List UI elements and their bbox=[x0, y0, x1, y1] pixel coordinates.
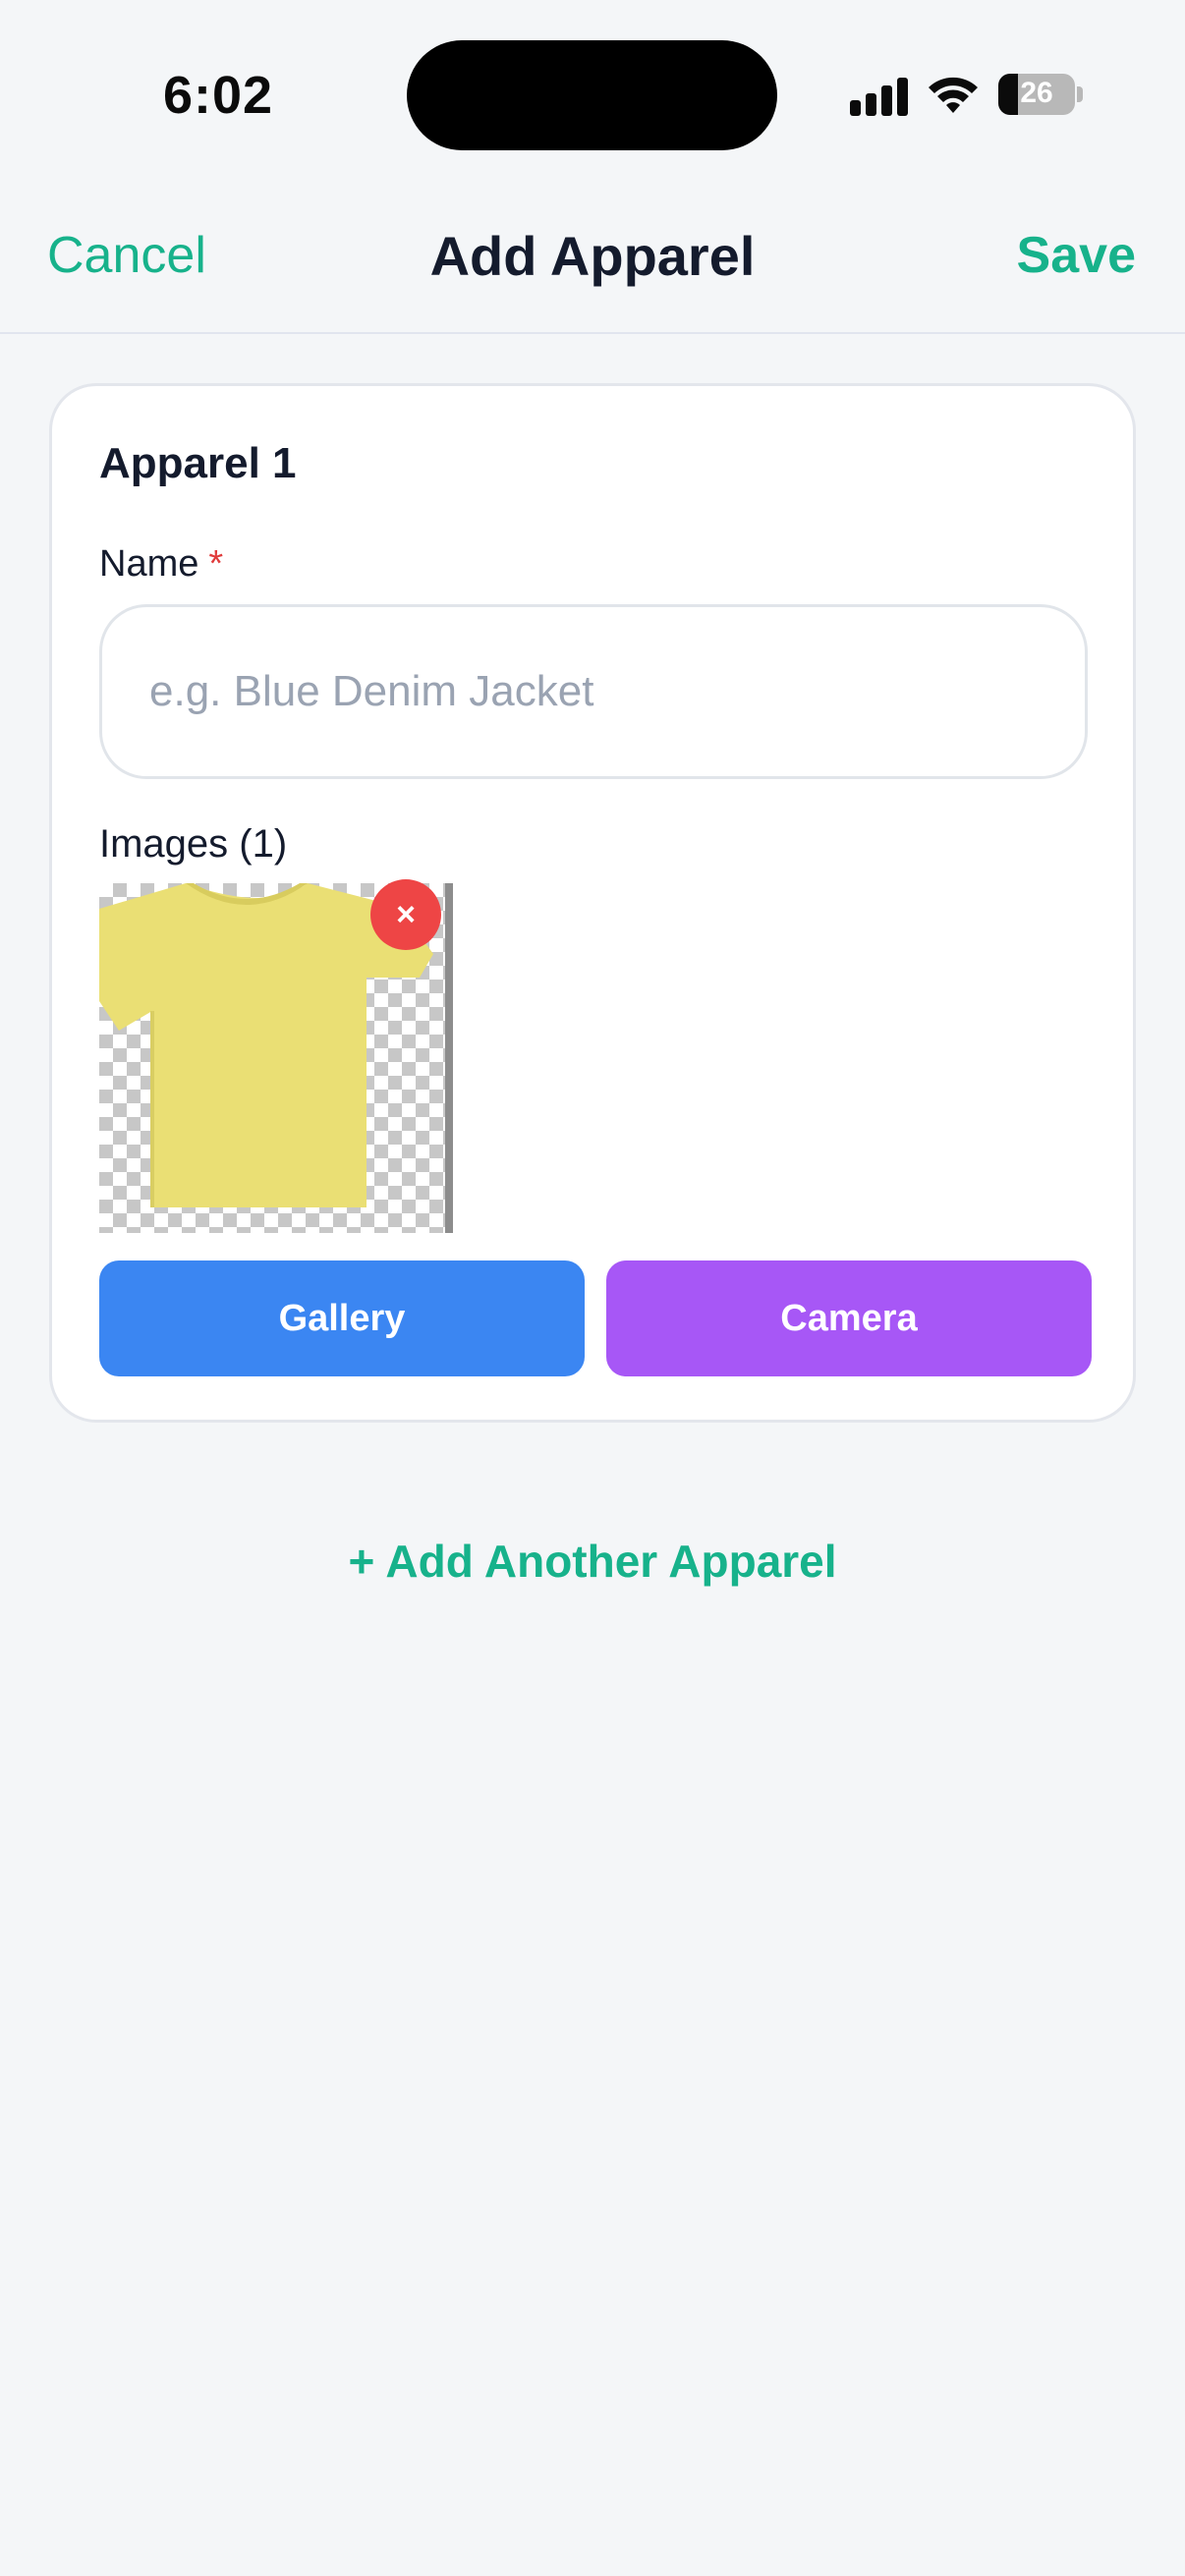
save-button[interactable]: Save bbox=[1017, 226, 1136, 285]
name-field-label: Name * bbox=[99, 543, 223, 586]
apparel-card-title: Apparel 1 bbox=[99, 439, 297, 487]
name-input[interactable] bbox=[99, 604, 1088, 779]
page-title: Add Apparel bbox=[429, 225, 756, 287]
gallery-button[interactable]: Gallery bbox=[99, 1260, 585, 1376]
status-time: 6:02 bbox=[163, 66, 274, 125]
wifi-icon bbox=[929, 77, 978, 113]
camera-button[interactable]: Camera bbox=[606, 1260, 1092, 1376]
battery-cap bbox=[1077, 86, 1083, 102]
dynamic-island bbox=[407, 40, 777, 150]
apparel-card: Apparel 1 Name* Images (1) × Gallery Cam… bbox=[49, 383, 1136, 1423]
remove-image-button[interactable]: × bbox=[370, 879, 441, 950]
name-label-text: Name bbox=[99, 543, 199, 585]
add-apparel-screen: 6:02 26 Cancel Add Apparel Save Apparel … bbox=[0, 0, 1185, 2576]
battery-icon: 26 bbox=[998, 74, 1075, 115]
required-indicator: * bbox=[208, 543, 224, 585]
cellular-signal-icon bbox=[850, 77, 909, 116]
thumbnail-edge bbox=[445, 883, 453, 1233]
add-another-apparel-button[interactable]: + Add Another Apparel bbox=[0, 1535, 1185, 1588]
navigation-bar: Cancel Add Apparel Save bbox=[0, 196, 1185, 334]
close-icon: × bbox=[396, 896, 416, 933]
battery-level: 26 bbox=[1020, 77, 1053, 109]
images-label: Images (1) bbox=[99, 822, 288, 866]
